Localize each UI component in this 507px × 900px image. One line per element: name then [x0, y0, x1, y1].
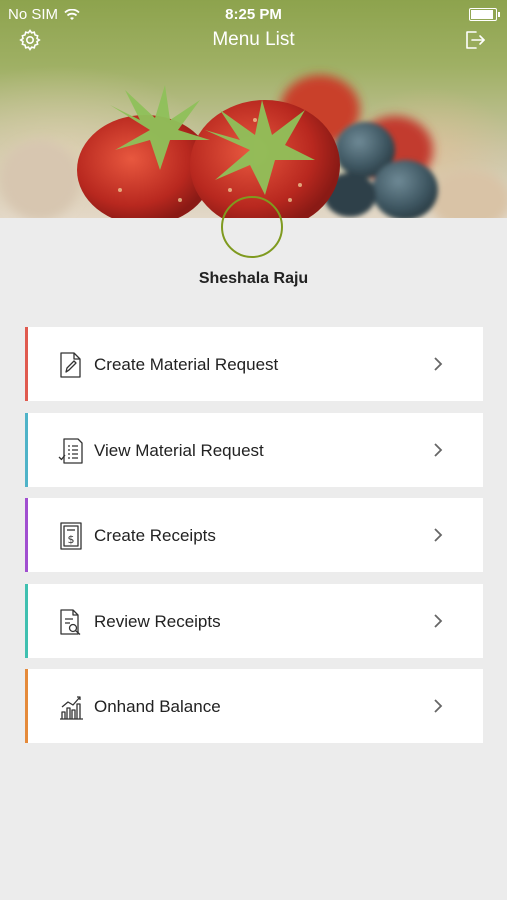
nav-bar: Menu List — [0, 28, 507, 54]
checklist-document-icon — [58, 437, 83, 464]
menu-item-label: Review Receipts — [94, 611, 221, 631]
battery-icon — [469, 8, 500, 21]
logout-button[interactable] — [463, 28, 487, 57]
menu-item-create-material-request[interactable]: Create Material Request — [25, 327, 483, 401]
edit-document-icon — [60, 352, 81, 378]
battery-level — [471, 10, 494, 19]
menu-item-label: Onhand Balance — [94, 697, 221, 716]
svg-text:$: $ — [68, 533, 75, 546]
menu-item-create-receipts[interactable]: $ Create Receipts — [25, 498, 483, 572]
chevron-right-icon — [434, 699, 443, 713]
menu-item-label: View Material Request — [94, 440, 264, 460]
menu-item-review-receipts[interactable]: Review Receipts — [25, 583, 483, 658]
chevron-right-icon — [434, 528, 443, 542]
menu-list: Create Material Request View Material Re… — [25, 327, 483, 755]
logout-icon — [466, 31, 485, 49]
menu-item-onhand-balance[interactable]: Onhand Balance — [25, 669, 483, 743]
chevron-right-icon — [434, 357, 443, 371]
chevron-right-icon — [434, 613, 443, 628]
user-name: Sheshala Raju — [198, 270, 309, 287]
menu-item-label: Create Receipts — [94, 526, 216, 545]
chevron-right-icon — [434, 442, 443, 457]
page-title: Menu List — [212, 29, 295, 50]
avatar[interactable] — [221, 196, 283, 258]
receipt-dollar-icon: $ — [60, 522, 82, 550]
menu-item-label: Create Material Request — [94, 355, 279, 374]
status-bar: No SIM 8:25 PM — [0, 0, 507, 28]
status-time: 8:25 PM — [225, 6, 282, 23]
menu-item-view-material-request[interactable]: View Material Request — [25, 412, 483, 487]
document-search-icon — [60, 608, 81, 635]
bar-chart-trend-icon — [60, 696, 83, 720]
